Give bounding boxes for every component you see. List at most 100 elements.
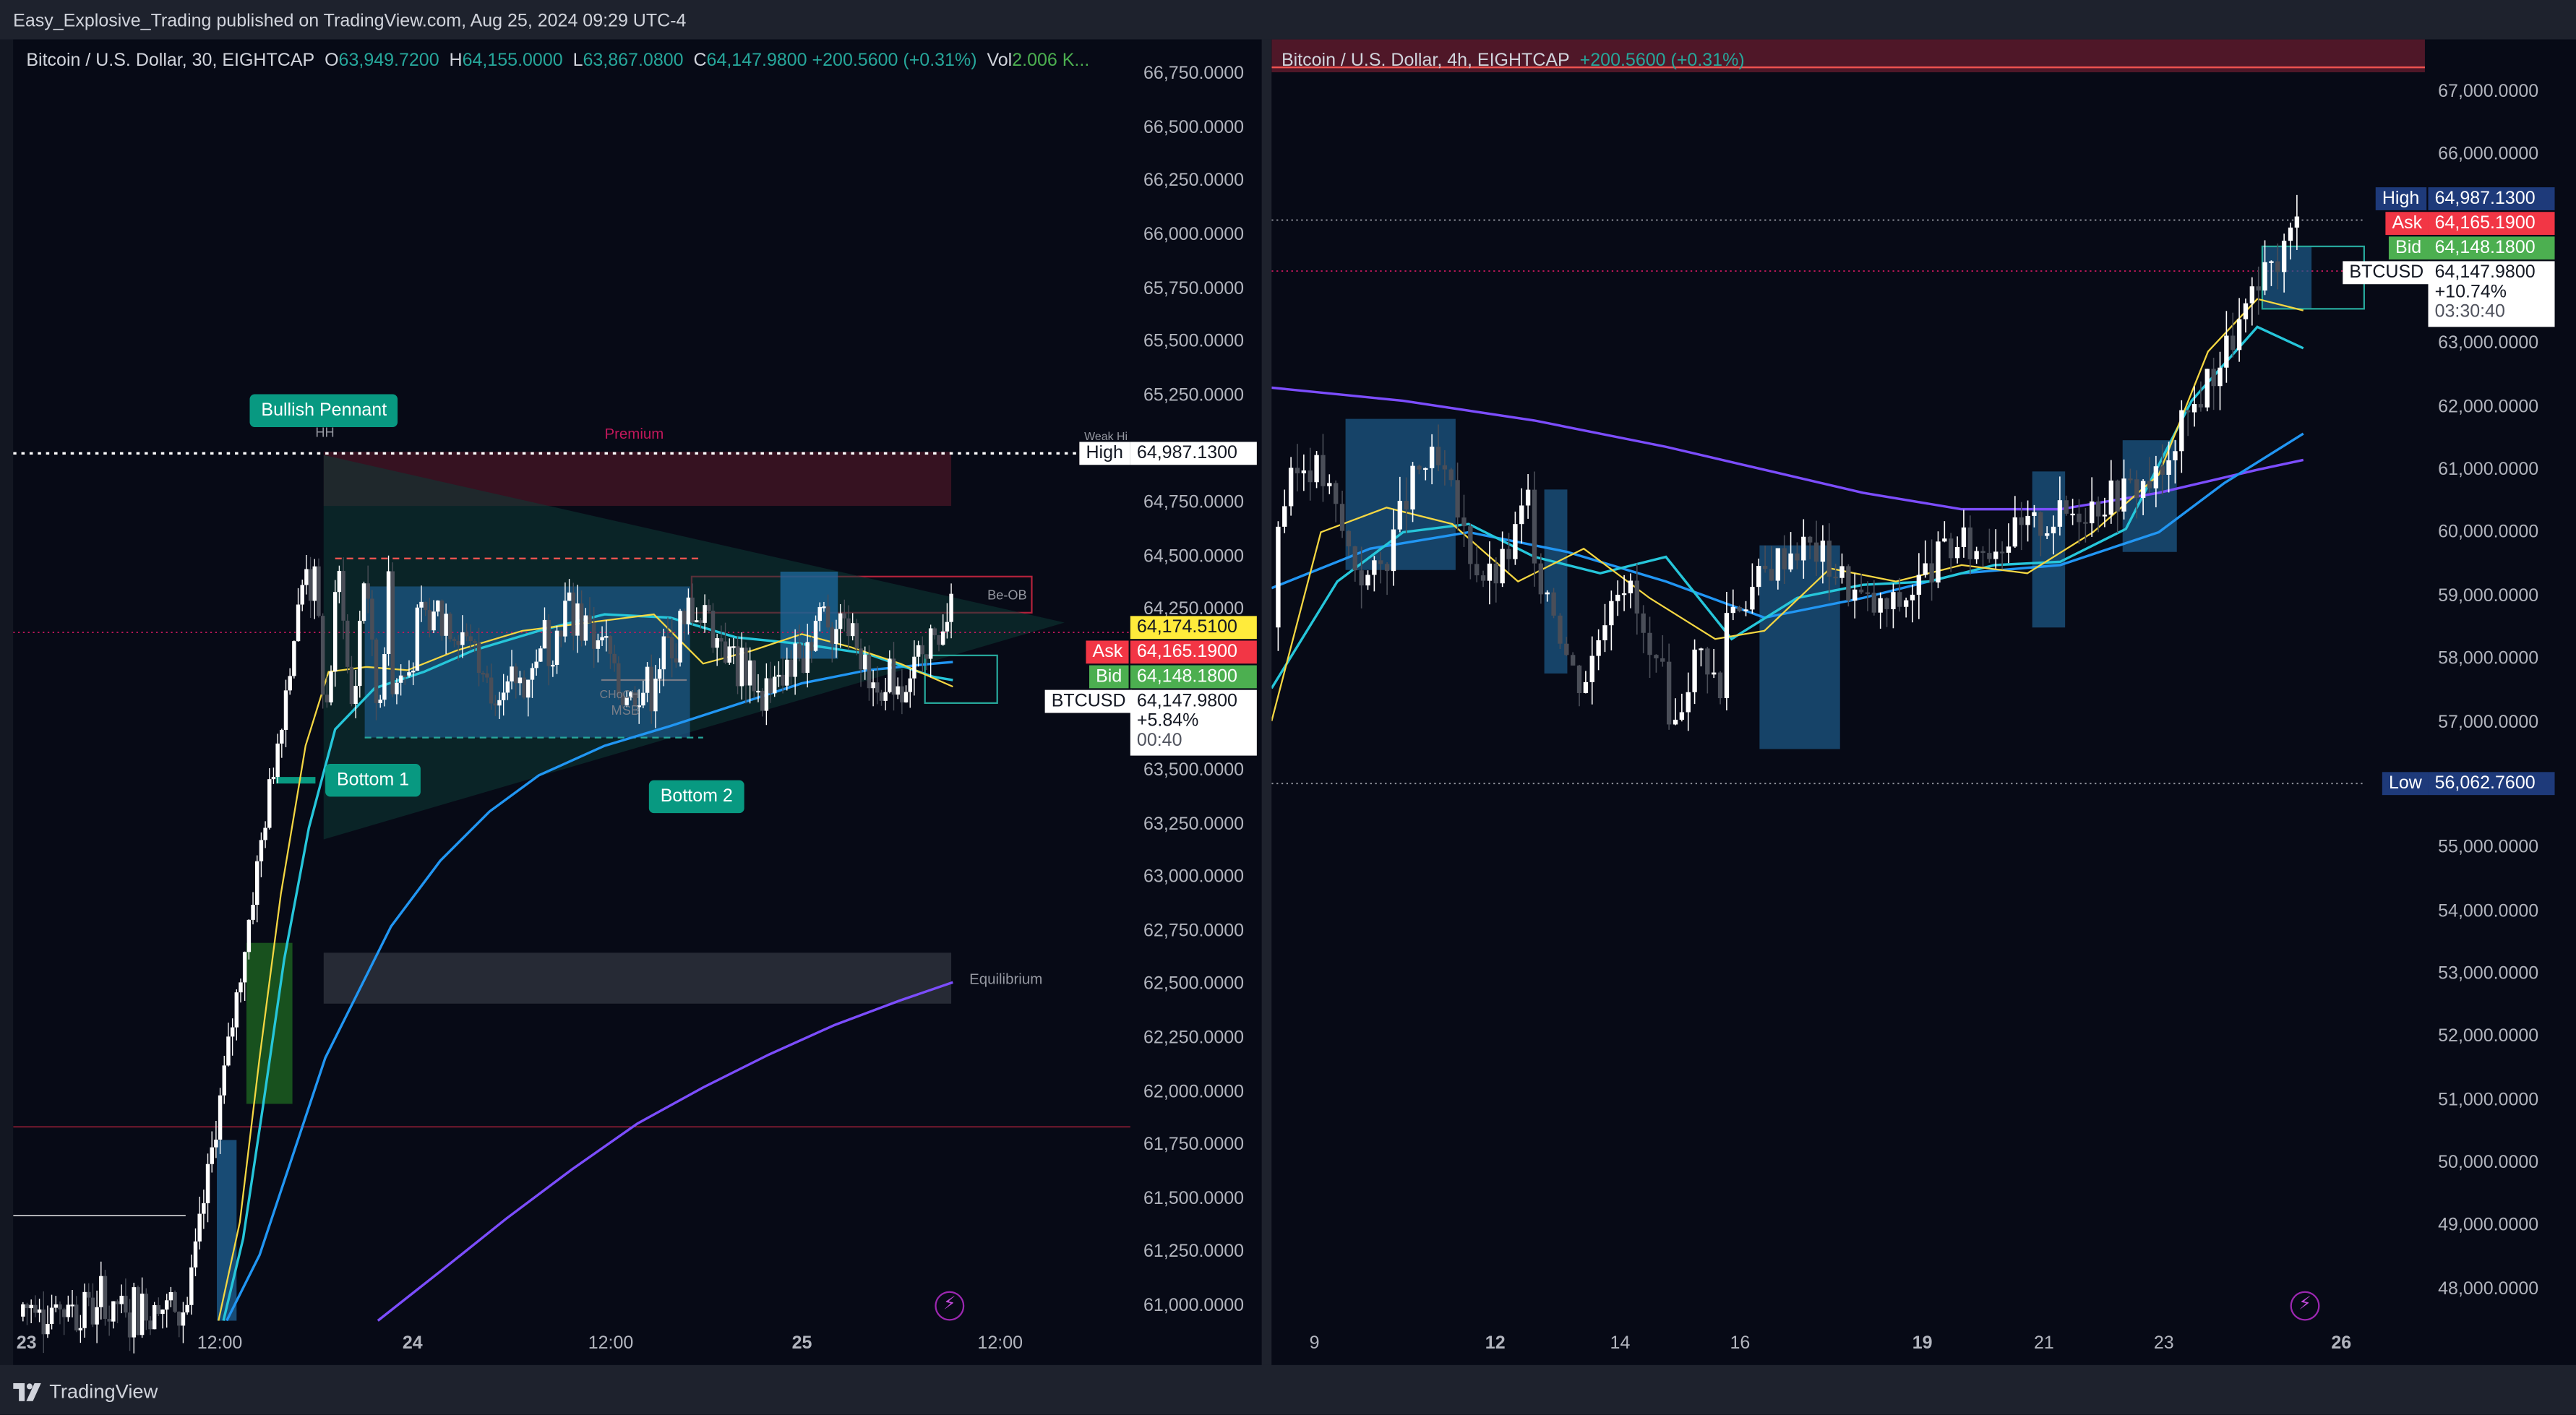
- right-candle-body: [2269, 261, 2274, 263]
- right-candle-body: [1519, 505, 1524, 525]
- left-time-tick: 12:00: [977, 1333, 1023, 1354]
- candle-body: [444, 614, 448, 636]
- right-candle-body: [1775, 548, 1781, 581]
- candle-body: [530, 668, 535, 680]
- candle-body: [251, 905, 255, 920]
- right-candle-body: [2121, 478, 2126, 512]
- right-candle-body: [1750, 587, 1755, 610]
- candle-body: [70, 1304, 74, 1307]
- candle-body: [74, 1304, 79, 1330]
- candle-body: [817, 606, 822, 622]
- candle-body: [332, 592, 338, 672]
- candle-body: [497, 700, 502, 706]
- candle-body: [263, 827, 267, 840]
- candle-body: [173, 1291, 177, 1312]
- right-candle-body: [1717, 672, 1723, 699]
- candle-body: [559, 630, 563, 637]
- candle-body: [891, 658, 896, 695]
- candle-body: [649, 666, 653, 712]
- right-candle-body: [2108, 480, 2113, 515]
- left-ask-tag-value: 64,165.1900: [1130, 640, 1257, 664]
- left-legend-volume: 2.006 K...: [1012, 51, 1090, 71]
- right-candle-body: [1788, 553, 1793, 569]
- left-price-tick: 63,250.0000: [1143, 814, 1245, 834]
- candle-body: [715, 638, 719, 648]
- left-bolt-icon[interactable]: ⚡: [935, 1291, 965, 1321]
- right-price-tick: 62,000.0000: [2438, 397, 2539, 417]
- candle-body: [669, 637, 674, 659]
- bullish-pennant-label: Bullish Pennant: [249, 394, 399, 427]
- right-candle-body: [1686, 692, 1691, 713]
- right-candle-body: [1737, 607, 1742, 611]
- msb-label: MSB: [611, 702, 640, 718]
- left-price-tick: 62,500.0000: [1143, 974, 1245, 995]
- left-legend-high: 64,155.0000: [462, 51, 563, 71]
- right-candle-body: [1858, 589, 1864, 593]
- right-candle-body: [1525, 489, 1531, 506]
- right-candle-body: [1583, 681, 1589, 694]
- candle-body: [361, 583, 366, 622]
- pane-divider[interactable]: [1261, 39, 1272, 1365]
- right-candle-body: [1692, 649, 1697, 692]
- candle-body: [575, 603, 580, 636]
- right-candle-body: [1769, 569, 1774, 581]
- candle-body: [546, 619, 551, 666]
- candle-body: [288, 676, 292, 691]
- candle-body: [419, 601, 424, 608]
- candle-body: [518, 677, 523, 684]
- candle-body: [222, 1065, 226, 1096]
- left-legend-change: +200.5600 (+0.31%): [812, 51, 977, 71]
- right-candle-body: [1532, 489, 1537, 564]
- left-time-tick: 23: [16, 1333, 37, 1354]
- candle-body: [49, 1307, 54, 1324]
- right-candle-body: [1333, 483, 1339, 504]
- right-candle-body: [2191, 404, 2197, 413]
- right-price-tick: 63,000.0000: [2438, 334, 2539, 354]
- candle-body: [345, 620, 350, 667]
- left-chart-pane[interactable]: Bitcoin / U.S. Dollar, 30, EIGHTCAP O63,…: [13, 39, 1262, 1365]
- tradingview-logo[interactable]: TradingView: [13, 1380, 158, 1403]
- candle-body: [239, 982, 243, 993]
- right-candle-body: [1602, 625, 1607, 640]
- candle-body: [789, 659, 794, 677]
- right-candle-body: [2288, 227, 2293, 241]
- right-candle-body: [1468, 526, 1473, 564]
- candle-body: [723, 641, 728, 663]
- right-candle-body: [1891, 592, 1896, 609]
- right-candle-body: [2012, 517, 2018, 547]
- candle-body: [678, 611, 682, 663]
- right-candle-body: [2243, 303, 2249, 319]
- right-chart-pane[interactable]: Bitcoin / U.S. Dollar, 4h, EIGHTCAP +200…: [1271, 39, 2576, 1365]
- candle-body: [366, 583, 370, 599]
- candle-body: [554, 630, 559, 665]
- right-candle-body: [2051, 526, 2056, 534]
- candle-body: [300, 585, 304, 605]
- candle-body: [612, 653, 617, 663]
- candle-body: [29, 1304, 33, 1309]
- right-chart-canvas[interactable]: [1271, 39, 2576, 1365]
- right-candle-body: [1878, 598, 1883, 613]
- candle-body: [292, 641, 296, 676]
- right-price-tick: 55,000.0000: [2438, 838, 2539, 858]
- right-candle-body: [1321, 455, 1326, 486]
- right-candle-body: [1493, 563, 1498, 584]
- right-candle-body: [1301, 470, 1307, 473]
- right-candle-body: [1699, 648, 1704, 650]
- candle-body: [144, 1294, 149, 1321]
- left-price-tick: 66,750.0000: [1143, 64, 1245, 85]
- right-candle-body: [1314, 455, 1319, 483]
- candle-body: [124, 1296, 128, 1313]
- right-candle-body: [1558, 615, 1563, 644]
- candle-body: [571, 592, 576, 636]
- right-candle-body: [1461, 517, 1467, 527]
- candle-body: [932, 628, 937, 635]
- left-price-tick: 64,500.0000: [1143, 546, 1245, 567]
- right-low-tag-label: Low: [2382, 772, 2429, 796]
- candle-body: [90, 1297, 95, 1325]
- candle-body: [119, 1296, 124, 1304]
- candle-body: [739, 648, 744, 687]
- choch-label: CHoCH: [599, 689, 640, 702]
- right-bolt-icon[interactable]: ⚡: [2290, 1291, 2320, 1321]
- candle-body: [325, 694, 330, 702]
- right-candle-body: [2070, 513, 2075, 516]
